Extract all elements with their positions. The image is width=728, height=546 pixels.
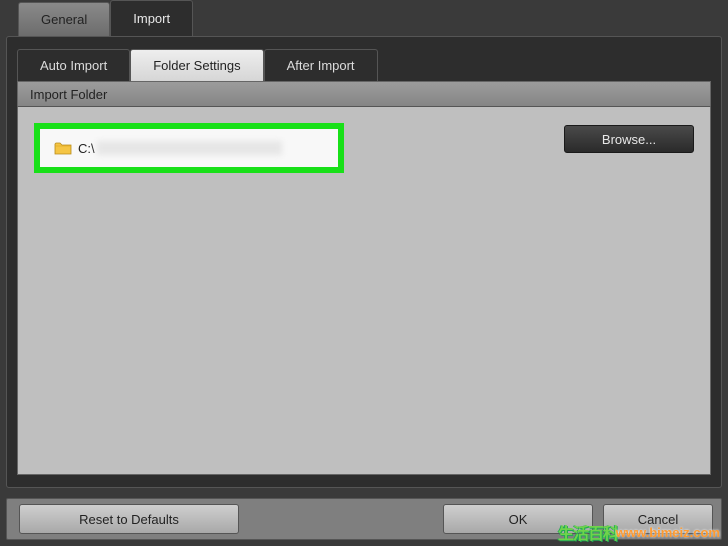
reset-to-defaults-button[interactable]: Reset to Defaults (19, 504, 239, 534)
folder-icon (54, 141, 72, 155)
tab-folder-settings[interactable]: Folder Settings (130, 49, 263, 81)
folder-path-prefix: C:\ (78, 141, 95, 156)
highlight-box: C:\ (34, 123, 344, 173)
main-panel: Auto Import Folder Settings After Import… (6, 36, 722, 488)
section-header-import-folder: Import Folder (17, 81, 711, 107)
top-tab-strip: General Import (0, 0, 728, 36)
folder-path-redacted (97, 141, 282, 155)
watermark-badge: 生活百科 (558, 520, 618, 544)
tab-general[interactable]: General (18, 2, 110, 36)
browse-button[interactable]: Browse... (564, 125, 694, 153)
sub-tab-strip: Auto Import Folder Settings After Import (17, 49, 711, 81)
folder-path: C:\ (78, 141, 282, 156)
watermark-url: www.bimeiz.com (616, 525, 720, 540)
content-panel: C:\ Browse... (17, 107, 711, 475)
tab-import[interactable]: Import (110, 0, 193, 36)
tab-auto-import[interactable]: Auto Import (17, 49, 130, 81)
tab-after-import[interactable]: After Import (264, 49, 378, 81)
